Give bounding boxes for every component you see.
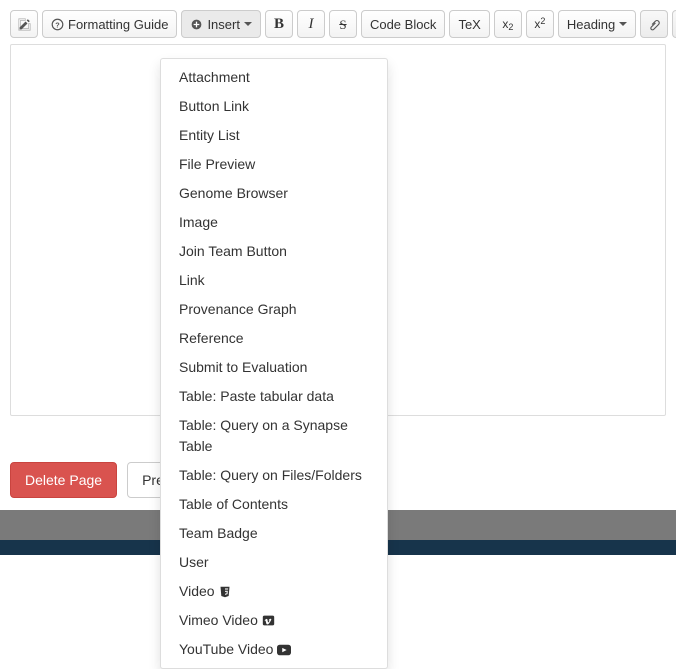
insert-entity-list[interactable]: Entity List [161,121,387,150]
subscript-button[interactable]: x2 [494,10,522,38]
insert-dropdown-menu: Attachment Button Link Entity List File Pre… [160,58,388,669]
menu-item-label: File Preview [179,154,255,175]
chevron-down-icon [244,22,252,26]
menu-item-label: Provenance Graph [179,299,297,320]
superscript-sup: 2 [540,17,545,26]
menu-item-label: Team Badge [179,523,258,544]
code-block-button[interactable]: Code Block [361,10,445,38]
insert-genome-browser[interactable]: Genome Browser [161,179,387,208]
menu-item-label: Table: Query on Files/Folders [179,465,362,486]
attachment-button[interactable] [640,10,668,38]
insert-team-badge[interactable]: Team Badge [161,519,387,548]
pencil-square-icon [18,18,31,31]
image-button[interactable] [672,10,676,38]
insert-table-query-files[interactable]: Table: Query on Files/Folders [161,461,387,490]
insert-button-link[interactable]: Button Link [161,92,387,121]
insert-table-paste[interactable]: Table: Paste tabular data [161,382,387,411]
italic-label: I [308,17,313,32]
insert-image[interactable]: Image [161,208,387,237]
svg-text:?: ? [55,20,60,29]
menu-item-label: Link [179,270,205,291]
paperclip-icon [648,18,661,31]
insert-user[interactable]: User [161,548,387,577]
heading-dropdown-button[interactable]: Heading [558,10,636,38]
menu-item-label: User [179,552,209,573]
help-circle-icon: ? [51,18,64,31]
strike-button[interactable]: S [329,10,357,38]
tex-label: TeX [458,18,480,31]
insert-submit-to-evaluation[interactable]: Submit to Evaluation [161,353,387,382]
menu-item-label: Join Team Button [179,241,287,262]
insert-table-of-contents[interactable]: Table of Contents [161,490,387,519]
menu-item-label: Submit to Evaluation [179,357,307,378]
menu-item-label: Vimeo Video [179,610,258,631]
menu-item-label: Table: Query on a Synapse Table [179,415,369,457]
heading-label: Heading [567,18,615,31]
plus-circle-icon [190,18,203,31]
menu-item-label: Entity List [179,125,240,146]
menu-item-label: Image [179,212,218,233]
menu-item-label: Video [179,581,215,602]
edit-button[interactable] [10,10,38,38]
menu-item-label: Reference [179,328,244,349]
insert-video[interactable]: Video [161,577,387,606]
menu-item-label: YouTube Video [179,639,273,660]
italic-button[interactable]: I [297,10,325,38]
formatting-guide-button[interactable]: ? Formatting Guide [42,10,177,38]
insert-table-query-synapse[interactable]: Table: Query on a Synapse Table [161,411,387,461]
bold-label: B [274,17,284,32]
html5-icon [219,586,231,598]
insert-reference[interactable]: Reference [161,324,387,353]
insert-label: Insert [207,18,240,31]
youtube-icon [277,644,291,656]
editor-toolbar: ? Formatting Guide Insert B I S Code Blo… [0,0,676,44]
chevron-down-icon [619,22,627,26]
menu-item-label: Attachment [179,67,250,88]
insert-provenance-graph[interactable]: Provenance Graph [161,295,387,324]
insert-dropdown-button[interactable]: Insert [181,10,261,38]
insert-attachment[interactable]: Attachment [161,63,387,92]
delete-page-button[interactable]: Delete Page [10,462,117,498]
menu-item-label: Table of Contents [179,494,288,515]
menu-item-label: Genome Browser [179,183,288,204]
bold-button[interactable]: B [265,10,293,38]
formatting-guide-label: Formatting Guide [68,18,168,31]
strike-label: S [339,18,346,31]
insert-vimeo-video[interactable]: Vimeo Video [161,606,387,635]
vimeo-icon [262,614,275,627]
insert-file-preview[interactable]: File Preview [161,150,387,179]
code-block-label: Code Block [370,18,436,31]
insert-link[interactable]: Link [161,266,387,295]
superscript-button[interactable]: x2 [526,10,554,38]
insert-join-team-button[interactable]: Join Team Button [161,237,387,266]
subscript-sub: 2 [508,23,513,32]
delete-page-label: Delete Page [25,472,102,488]
menu-item-label: Button Link [179,96,249,117]
tex-button[interactable]: TeX [449,10,489,38]
menu-item-label: Table: Paste tabular data [179,386,334,407]
insert-youtube-video[interactable]: YouTube Video [161,635,387,664]
